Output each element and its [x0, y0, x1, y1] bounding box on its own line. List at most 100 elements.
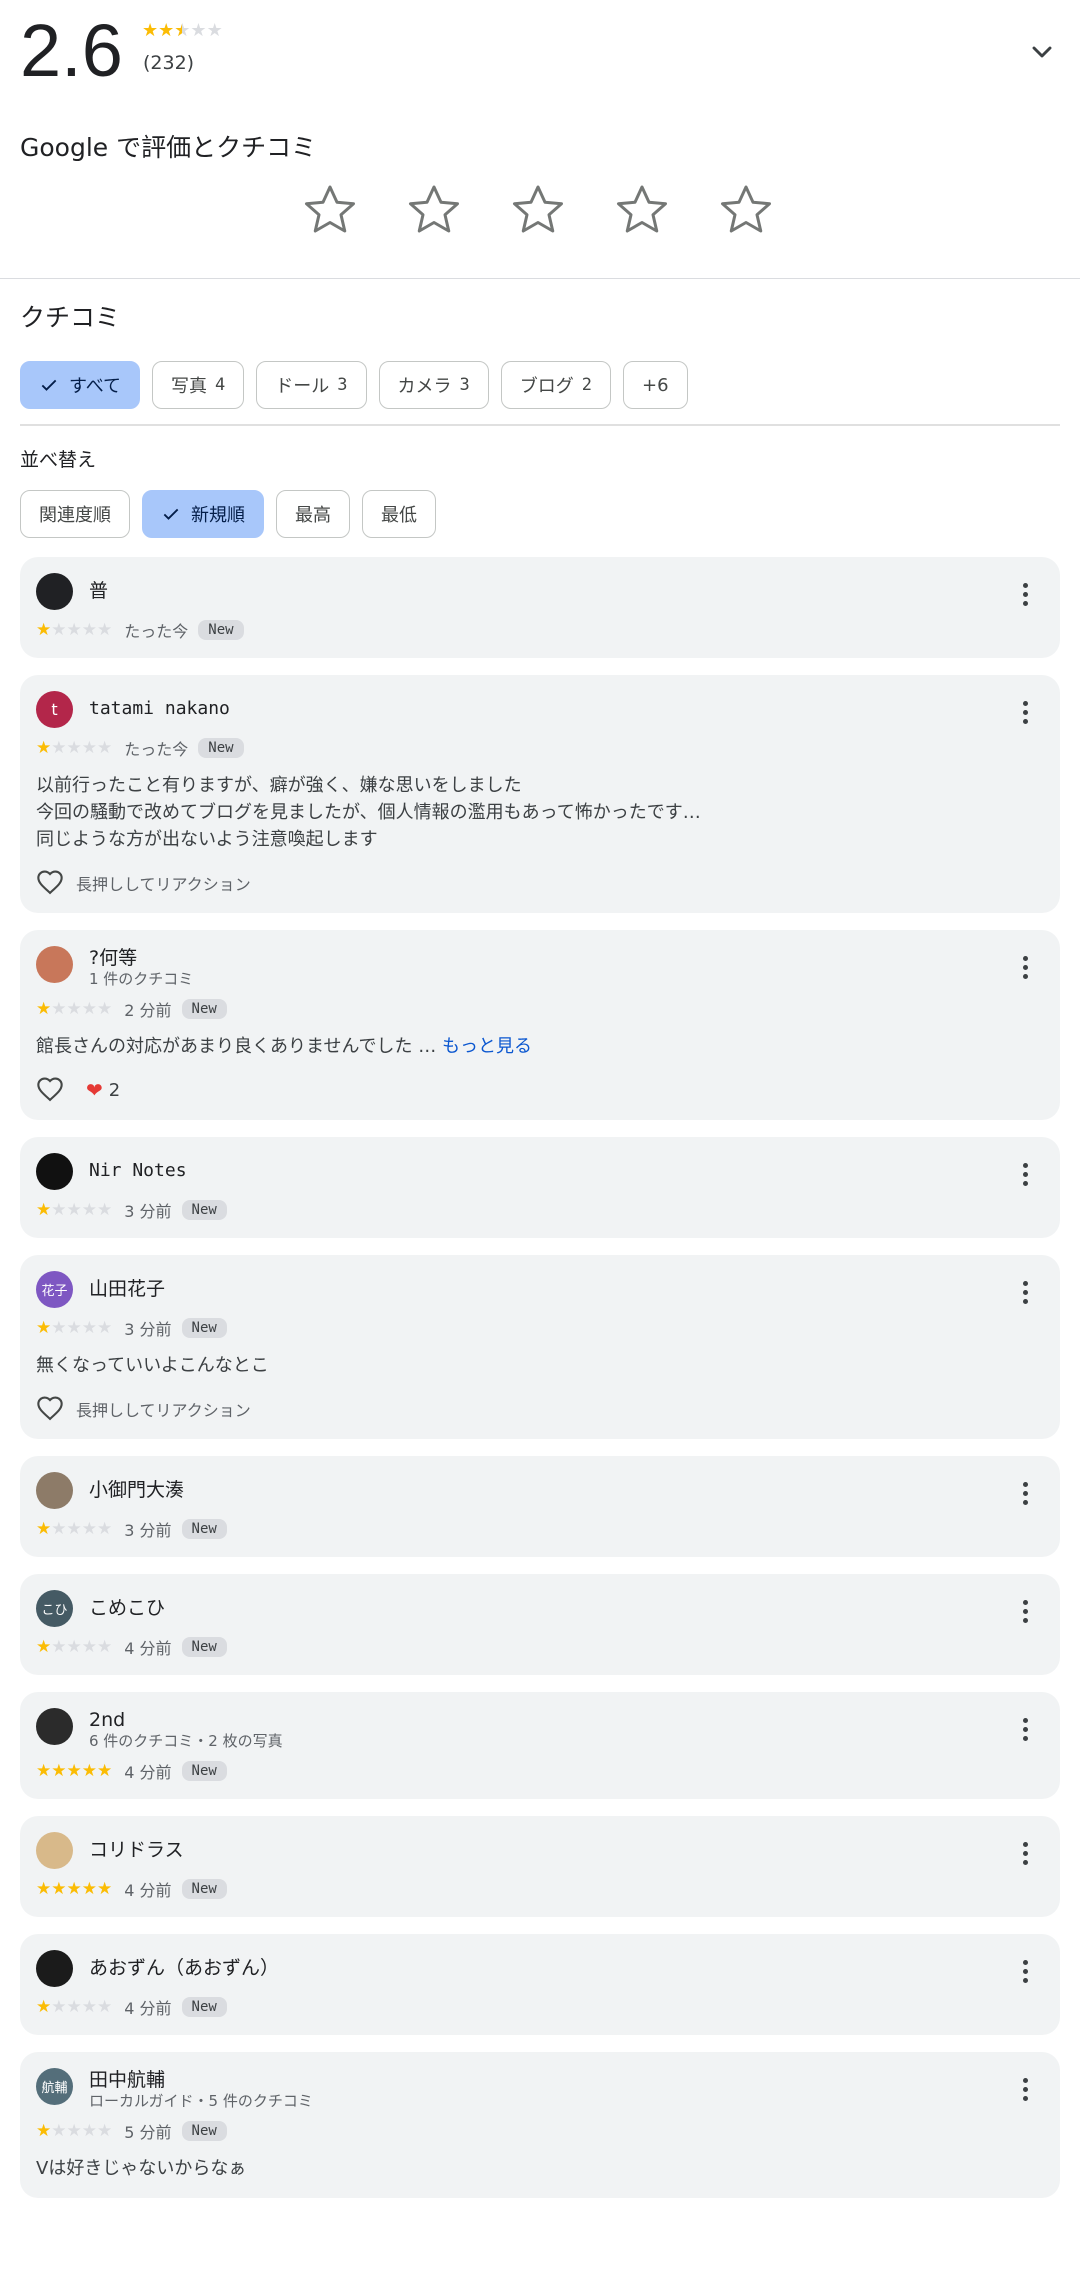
more-vert-icon[interactable]: [1010, 1838, 1040, 1868]
avatar[interactable]: こひ: [36, 1590, 73, 1627]
review-header: ?何等 1 件のクチコミ: [36, 946, 1044, 989]
avatar[interactable]: 花子: [36, 1271, 73, 1308]
review-card: 航輔 田中航輔 ローカルガイド・5 件のクチコミ ★ ★ ★ ★ ★ 5 分前 New Vは好きじゃ…: [20, 2052, 1060, 2198]
filter-chip[interactable]: すべて: [20, 361, 141, 409]
reaction-count: 2: [108, 1079, 121, 1101]
more-vert-icon[interactable]: [1010, 1277, 1040, 1307]
reviewer-stats: 1 件のクチコミ: [89, 970, 194, 988]
avatar[interactable]: 航輔: [36, 2068, 73, 2105]
more-vert-icon[interactable]: [1010, 579, 1040, 609]
more-vert-icon[interactable]: [1010, 1478, 1040, 1508]
filter-chip[interactable]: 写真 4: [152, 361, 245, 409]
more-vert-icon[interactable]: [1010, 952, 1040, 982]
reviewer-stats: 6 件のクチコミ・2 枚の写真: [89, 1732, 283, 1750]
more-vert-icon[interactable]: [1010, 697, 1040, 727]
reviewer-name[interactable]: tatami nakano: [89, 691, 230, 721]
reviewer-name[interactable]: コリドラス: [89, 1832, 184, 1862]
sort-chip[interactable]: 最低: [362, 490, 436, 538]
filter-chip[interactable]: +6: [623, 361, 688, 409]
avatar[interactable]: [36, 1708, 73, 1745]
chevron-down-icon[interactable]: [1026, 36, 1058, 68]
avatar[interactable]: t: [36, 691, 73, 728]
review-count: (232): [143, 52, 195, 74]
sort-chip[interactable]: 新規順: [142, 490, 264, 538]
avatar[interactable]: [36, 573, 73, 610]
avatar[interactable]: [36, 946, 73, 983]
star-icon: ★: [51, 1996, 67, 2017]
review-card: 普 ★ ★ ★ ★ ★ たった今 New: [20, 557, 1060, 658]
reviews-title: クチコミ: [20, 303, 121, 332]
rate-stars: [300, 180, 776, 240]
avatar[interactable]: [36, 1472, 73, 1509]
reviewer-name[interactable]: あおずん（あおずん）: [89, 1950, 279, 1980]
rate-star-5-icon[interactable]: [716, 180, 776, 240]
sort-chip[interactable]: 関連度順: [20, 490, 130, 538]
star-icon: ★: [66, 998, 82, 1019]
star-icon: ★: [36, 998, 52, 1019]
filter-chip[interactable]: カメラ 3: [378, 361, 489, 409]
filter-chip[interactable]: ドール 3: [256, 361, 367, 409]
star-icon: ★: [66, 737, 82, 758]
divider: [0, 278, 1080, 279]
review-card: 花子 山田花子 ★ ★ ★ ★ ★ 3 分前 New 無くなっていいよこんなとこ 長押ししてリアクシ…: [20, 1255, 1060, 1439]
reviewer-name[interactable]: 普: [89, 573, 108, 603]
heart-outline-icon[interactable]: [36, 1076, 64, 1104]
avatar[interactable]: [36, 1832, 73, 1869]
avatar-initials: こひ: [41, 1603, 68, 1618]
rate-star-4-icon[interactable]: [612, 180, 672, 240]
review-stars: ★ ★ ★ ★ ★: [36, 1319, 112, 1337]
review-card: 小御門大湊 ★ ★ ★ ★ ★ 3 分前 New: [20, 1456, 1060, 1557]
sort-chip[interactable]: 最高: [276, 490, 350, 538]
reviewer-name[interactable]: 小御門大湊: [89, 1472, 184, 1502]
new-badge: New: [181, 1519, 227, 1539]
filter-chip-count: 2: [581, 375, 593, 395]
star-icon: ★: [66, 1636, 82, 1657]
review-time: 3 分前: [124, 1521, 172, 1540]
review-meta: ★ ★ ★ ★ ★ 4 分前 New: [36, 1995, 1044, 2019]
reviewer-info: 山田花子: [89, 1271, 165, 1301]
review-time: 5 分前: [124, 2123, 172, 2142]
avatar[interactable]: [36, 1950, 73, 1987]
star-icon: ★: [66, 1878, 82, 1899]
rate-star-2-icon[interactable]: [404, 180, 464, 240]
reviewer-name[interactable]: ?何等: [89, 946, 193, 970]
reviewer-name[interactable]: こめこひ: [89, 1590, 165, 1620]
avatar-initials: 航輔: [41, 2081, 68, 2096]
review-body: 以前行ったこと有りますが、癖が強く、嫌な思いをしました 今回の騒動で改めてブログ…: [36, 775, 701, 850]
heart-outline-icon[interactable]: [36, 1395, 64, 1423]
reaction-hint: 長押ししてリアクション: [76, 875, 251, 894]
review-header: 小御門大湊: [36, 1472, 1044, 1509]
new-badge: New: [198, 620, 244, 640]
review-body: 館長さんの対応があまり良くありませんでした …: [36, 1036, 437, 1057]
heart-outline-icon[interactable]: [36, 869, 64, 897]
star-icon: ★: [81, 1996, 97, 2017]
more-vert-icon[interactable]: [1010, 1714, 1040, 1744]
star-icon: ★: [81, 2120, 97, 2141]
more-vert-icon[interactable]: [1010, 1159, 1040, 1189]
reaction-count-button[interactable]: ❤ 2: [86, 1078, 120, 1102]
summary-stars: ★★★★★★: [142, 22, 223, 40]
more-vert-icon[interactable]: [1010, 1956, 1040, 1986]
star-icon: ★: [97, 2120, 113, 2141]
sort-chip-label: 関連度順: [39, 505, 111, 526]
review-card: コリドラス ★ ★ ★ ★ ★ 4 分前 New: [20, 1816, 1060, 1917]
avatar-initials: t: [51, 700, 58, 719]
rate-star-1-icon[interactable]: [300, 180, 360, 240]
reviewer-name[interactable]: 田中航輔: [89, 2068, 313, 2092]
new-badge: New: [181, 1200, 227, 1220]
star-icon: ★: [51, 2120, 67, 2141]
star-icon: ★: [190, 20, 207, 41]
filter-chip[interactable]: ブログ 2: [500, 361, 612, 409]
review-card: Nir Notes ★ ★ ★ ★ ★ 3 分前 New: [20, 1137, 1060, 1238]
rate-star-3-icon[interactable]: [508, 180, 568, 240]
reviewer-name[interactable]: Nir Notes: [89, 1153, 187, 1183]
review-header: 普: [36, 573, 1044, 610]
read-more-link[interactable]: もっと見る: [442, 1036, 532, 1057]
reviewer-name[interactable]: 2nd: [89, 1708, 283, 1732]
reviewer-name[interactable]: 山田花子: [89, 1271, 165, 1301]
more-vert-icon[interactable]: [1010, 1596, 1040, 1626]
star-icon: ★: [36, 1518, 52, 1539]
more-vert-icon[interactable]: [1010, 2074, 1040, 2104]
avatar[interactable]: [36, 1153, 73, 1190]
review-list: 普 ★ ★ ★ ★ ★ たった今 New t tatami nakano ★ ★ ★ ★ ★ たった今 New 以…: [20, 557, 1060, 2215]
